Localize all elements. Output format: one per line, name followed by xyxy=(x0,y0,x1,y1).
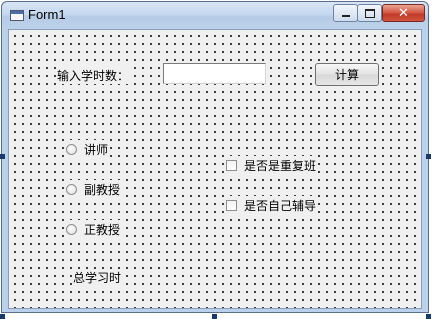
radio-associate-professor-label: 副教授 xyxy=(84,182,121,197)
resize-handle-left[interactable] xyxy=(0,154,5,159)
form-icon xyxy=(10,10,24,21)
radio-lecturer[interactable]: 讲师 xyxy=(66,140,109,158)
window-title: Form1 xyxy=(28,7,66,22)
maximize-button[interactable] xyxy=(357,4,382,22)
radio-associate-professor[interactable]: 副教授 xyxy=(66,180,121,198)
resize-handle-bottom-left[interactable] xyxy=(0,314,5,319)
resize-handle-right[interactable] xyxy=(426,154,431,159)
form-window[interactable]: Form1 ✕ 输入学时数： 计算 讲师 副教授 正教授 是否是重复班 是否自己… xyxy=(1,1,429,313)
checkbox-repeat-class-label: 是否是重复班 xyxy=(244,158,317,173)
radio-lecturer-label: 讲师 xyxy=(84,142,109,157)
hours-label: 输入学时数： xyxy=(57,67,130,84)
checkbox-self-tutoring-label: 是否自己辅导 xyxy=(244,198,317,213)
form-designer-surface: Form1 ✕ 输入学时数： 计算 讲师 副教授 正教授 是否是重复班 是否自己… xyxy=(0,0,432,319)
calculate-button[interactable]: 计算 xyxy=(315,63,379,86)
radio-icon xyxy=(66,143,77,155)
radio-full-professor[interactable]: 正教授 xyxy=(66,220,121,238)
close-button[interactable]: ✕ xyxy=(382,4,425,22)
maximize-icon xyxy=(364,8,375,18)
total-hours-label: 总学习时 xyxy=(73,269,122,286)
checkbox-self-tutoring[interactable]: 是否自己辅导 xyxy=(226,196,317,214)
checkbox-repeat-class[interactable]: 是否是重复班 xyxy=(226,156,317,174)
radio-icon xyxy=(66,223,77,235)
radio-icon xyxy=(66,183,77,195)
resize-handle-bottom[interactable] xyxy=(212,314,217,319)
checkbox-icon xyxy=(226,159,237,171)
radio-full-professor-label: 正教授 xyxy=(84,222,121,237)
close-icon: ✕ xyxy=(398,5,409,21)
form-client-area[interactable]: 输入学时数： 计算 讲师 副教授 正教授 是否是重复班 是否自己辅导 总学习时 xyxy=(8,29,422,309)
hours-input[interactable] xyxy=(163,63,266,84)
resize-handle-bottom-right[interactable] xyxy=(426,314,431,319)
minimize-button[interactable] xyxy=(333,4,358,22)
checkbox-icon xyxy=(226,199,237,211)
minimize-icon xyxy=(341,15,350,17)
title-bar[interactable]: Form1 ✕ xyxy=(2,2,428,29)
